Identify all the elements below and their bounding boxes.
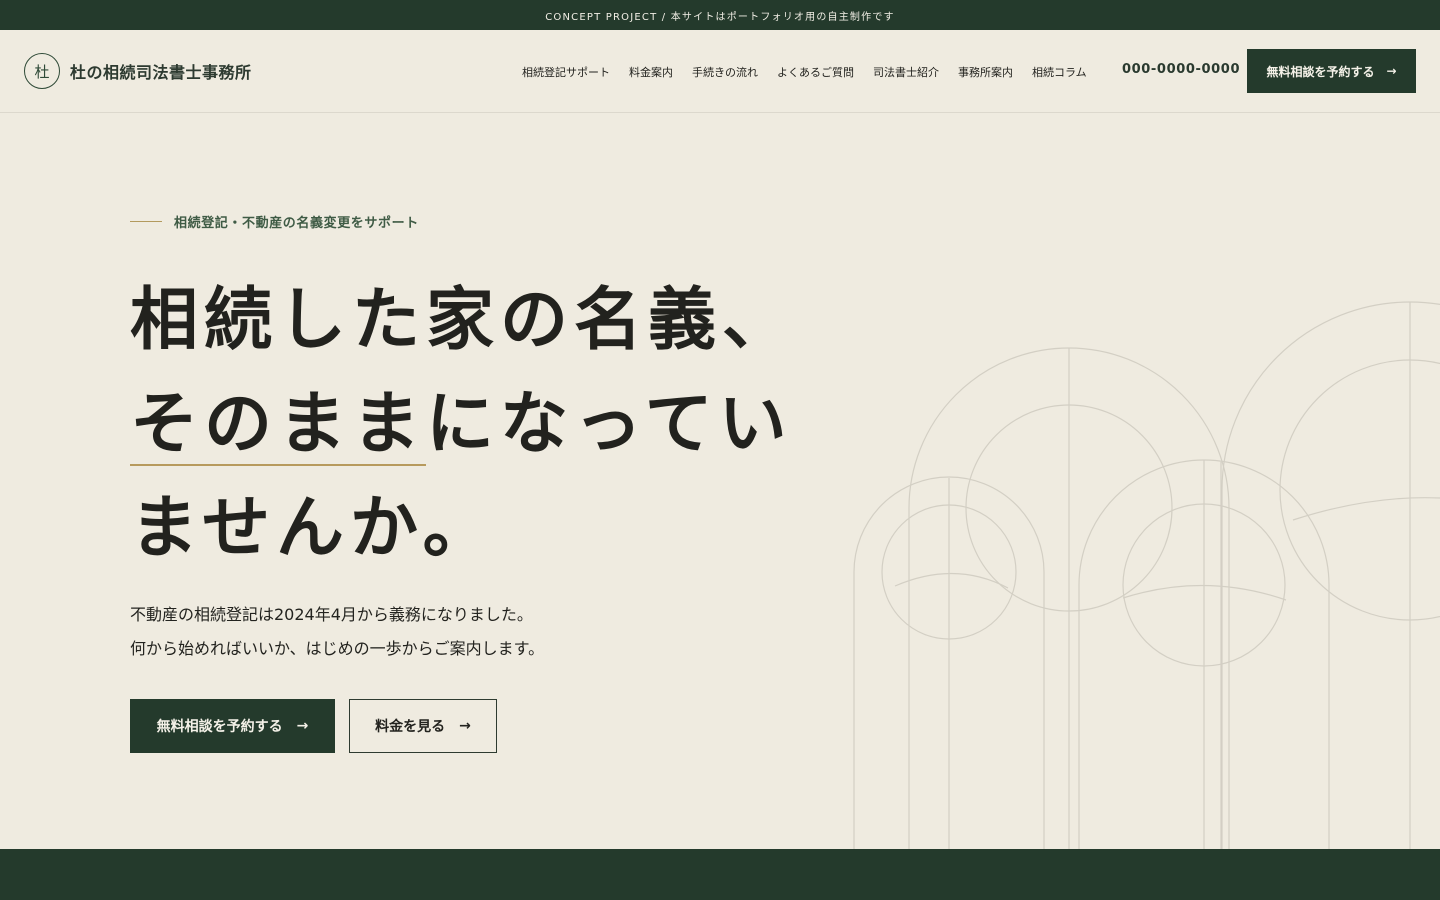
eyebrow-text: 相続登記・不動産の名義変更をサポート xyxy=(174,216,419,231)
hero-fees-label: 料金を見る xyxy=(375,719,446,735)
next-section-band xyxy=(0,849,1440,900)
hero-headline: 相続した家の名義、 そのままになってい ませんか。 xyxy=(130,268,830,580)
headline-underlined-word: そのまま xyxy=(130,372,427,476)
hero-lead: 不動産の相続登記は2024年4月から義務になりました。 何から始めればいいか、は… xyxy=(130,598,544,666)
hero-consult-button[interactable]: 無料相談を予約する → xyxy=(130,699,335,753)
lead-line-1: 不動産の相続登記は2024年4月から義務になりました。 xyxy=(130,605,533,624)
hero-consult-label: 無料相談を予約する xyxy=(156,719,283,735)
hero-fees-button[interactable]: 料金を見る → xyxy=(349,699,497,753)
headline-line-2-rest: になってい xyxy=(426,384,793,464)
headline-line-3: ませんか。 xyxy=(130,488,497,568)
eyebrow-rule xyxy=(130,221,162,222)
arrow-right-icon: → xyxy=(296,718,309,734)
headline-line-1: 相続した家の名義、 xyxy=(130,280,797,360)
hero-eyebrow: 相続登記・不動産の名義変更をサポート xyxy=(130,212,419,231)
arrow-right-icon: → xyxy=(459,718,471,734)
headline-line-2: そのままになってい xyxy=(130,372,830,476)
lead-line-2: 何から始めればいいか、はじめの一歩からご案内します。 xyxy=(130,639,545,658)
